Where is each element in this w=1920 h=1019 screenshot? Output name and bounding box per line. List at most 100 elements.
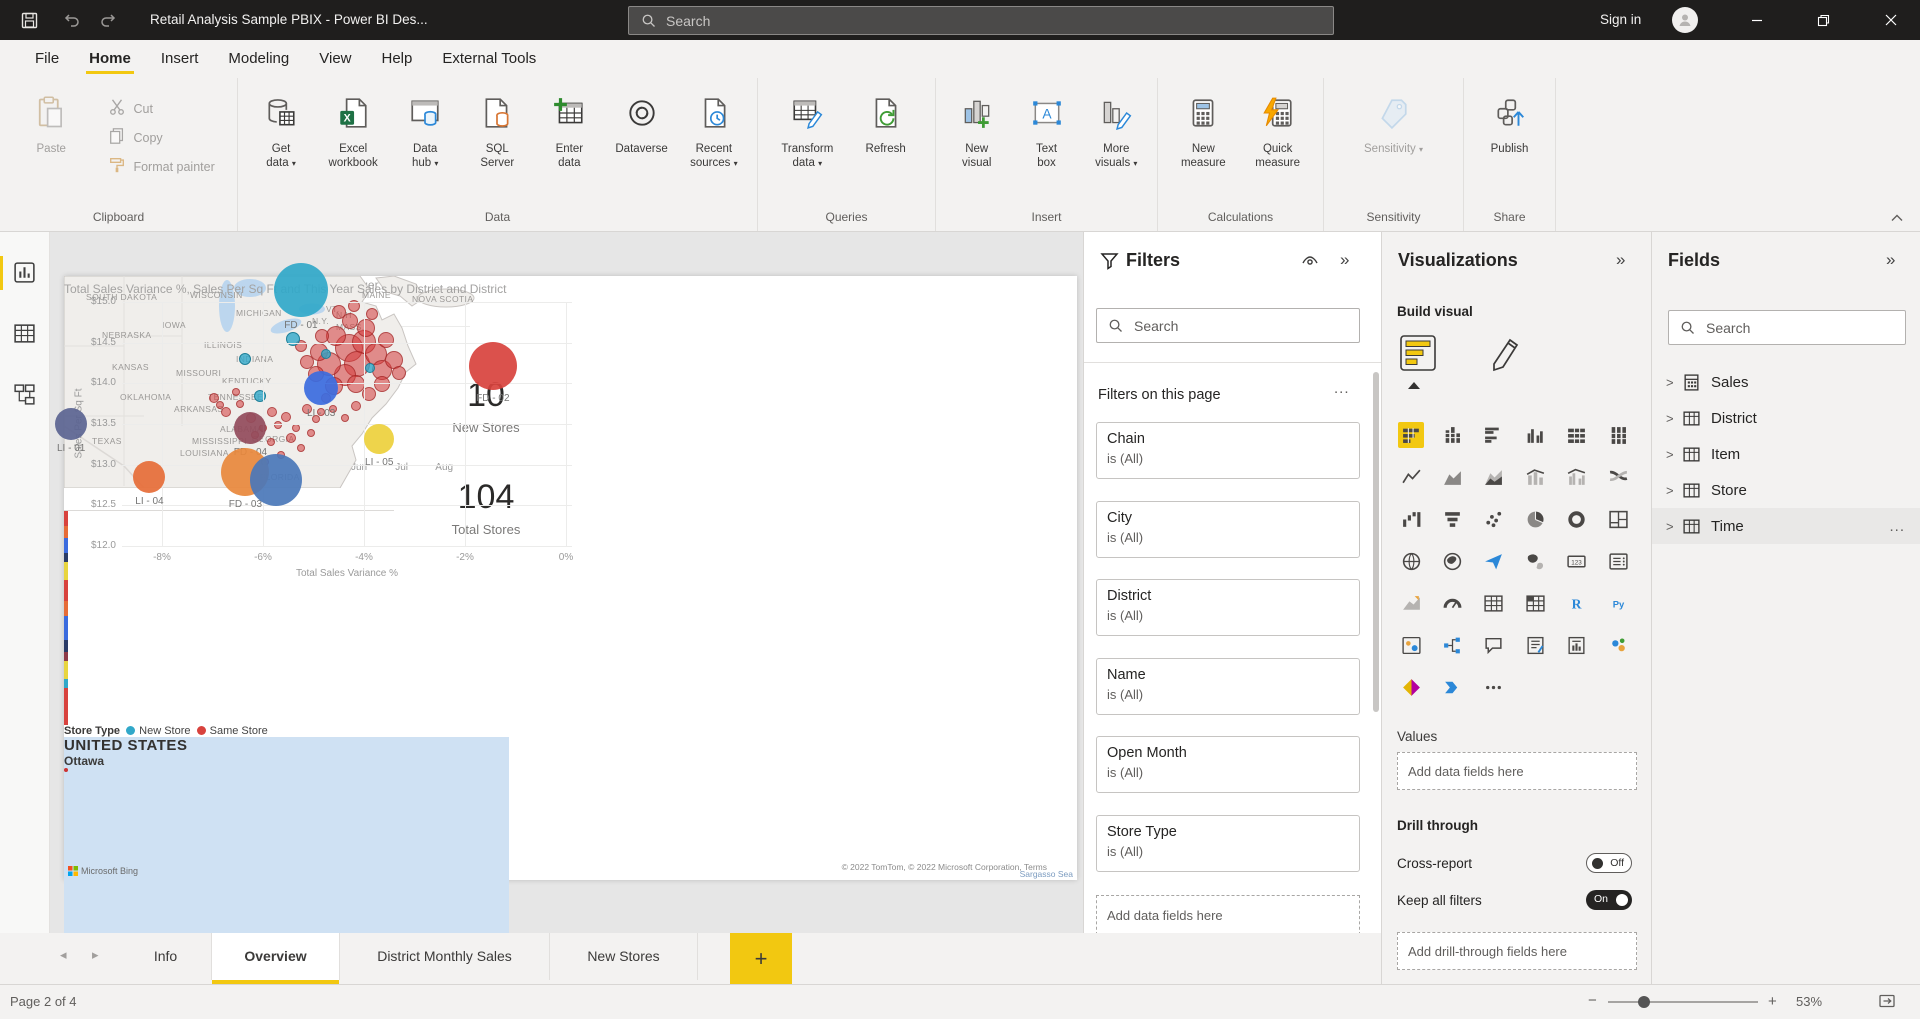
- collapse-ribbon-icon[interactable]: [1890, 210, 1904, 228]
- visual-type-decomposition-tree[interactable]: [1439, 632, 1465, 658]
- fit-to-page-icon[interactable]: [1878, 993, 1896, 1012]
- visual-type-map[interactable]: [1398, 548, 1424, 574]
- undo-icon[interactable]: [58, 8, 84, 32]
- eye-icon[interactable]: [1300, 253, 1320, 274]
- data-view-button[interactable]: [12, 321, 40, 351]
- page-tab-district-monthly-sales[interactable]: District Monthly Sales: [340, 933, 550, 980]
- keep-all-filters-toggle[interactable]: On: [1586, 890, 1632, 910]
- zoom-in-button[interactable]: +: [1768, 993, 1777, 1010]
- visual-type-line-and-clustered-column-chart[interactable]: [1564, 464, 1590, 490]
- visual-type-get-more-visuals[interactable]: [1481, 674, 1507, 700]
- filters-search-input[interactable]: [1132, 317, 1333, 335]
- visual-type-line-and-stacked-column-chart[interactable]: [1522, 464, 1548, 490]
- report-page[interactable]: Store Sales OverviewThis Year Sales by C…: [64, 276, 1077, 880]
- transform-data-button[interactable]: Transformdata ▾: [778, 90, 836, 170]
- sql-server-button[interactable]: SQLServer: [468, 90, 526, 170]
- visual-type-stacked-column-chart[interactable]: [1439, 422, 1465, 448]
- redo-icon[interactable]: [96, 8, 122, 32]
- text-box-button[interactable]: ATextbox: [1018, 90, 1076, 170]
- visual-type-paginated-report[interactable]: [1564, 632, 1590, 658]
- field-table-store[interactable]: >Store: [1652, 472, 1920, 508]
- field-table-item[interactable]: >Item: [1652, 436, 1920, 472]
- menu-tab-file[interactable]: File: [20, 40, 74, 78]
- chevron-right-icon[interactable]: >: [1666, 447, 1682, 462]
- visual-type-card[interactable]: 123: [1564, 548, 1590, 574]
- menu-tab-external-tools[interactable]: External Tools: [427, 40, 551, 78]
- menu-tab-help[interactable]: Help: [367, 40, 428, 78]
- global-search-input[interactable]: [664, 12, 1268, 30]
- visual-type-stacked-bar-chart[interactable]: [1398, 422, 1424, 448]
- visual-type-100-stacked-bar-chart[interactable]: [1564, 422, 1590, 448]
- paste-button[interactable]: Paste: [22, 90, 80, 157]
- visual-type-treemap[interactable]: [1605, 506, 1631, 532]
- visual-type-scatter-chart[interactable]: [1481, 506, 1507, 532]
- values-dropzone[interactable]: Add data fields here: [1397, 752, 1637, 790]
- visual-type-shape-map[interactable]: [1522, 548, 1548, 574]
- filters-add-field-dropzone[interactable]: Add data fields here: [1096, 895, 1360, 933]
- visual-type-key-influencers[interactable]: [1398, 632, 1424, 658]
- excel-workbook-button[interactable]: XExcelworkbook: [324, 90, 382, 170]
- field-more-options-icon[interactable]: ...: [1889, 518, 1905, 535]
- filter-card-store-type[interactable]: Store Typeis (All): [1096, 815, 1360, 872]
- zoom-slider-thumb[interactable]: [1638, 996, 1650, 1008]
- visual-type-kpi[interactable]: [1398, 590, 1424, 616]
- visual-type-funnel-chart[interactable]: [1439, 506, 1465, 532]
- refresh-button[interactable]: Refresh: [857, 90, 915, 157]
- visual-type-gauge[interactable]: [1439, 590, 1465, 616]
- chevron-right-icon[interactable]: >: [1666, 375, 1682, 390]
- data-hub-button[interactable]: Datahub ▾: [396, 90, 454, 170]
- field-table-time[interactable]: >Time...: [1652, 508, 1920, 544]
- drill-through-dropzone[interactable]: Add drill-through fields here: [1397, 932, 1637, 970]
- visual-type-multi-row-card[interactable]: [1605, 548, 1631, 574]
- collapse-fields-icon[interactable]: »: [1886, 250, 1895, 270]
- visual-type-r-script-visual[interactable]: R: [1564, 590, 1590, 616]
- publish-button[interactable]: Publish: [1481, 90, 1539, 157]
- page-tab-new-stores[interactable]: New Stores: [550, 933, 698, 980]
- filters-search[interactable]: [1096, 308, 1360, 343]
- visual-type-filled-map[interactable]: [1439, 548, 1465, 574]
- field-table-sales[interactable]: >Sales: [1652, 364, 1920, 400]
- format-visual-mode-icon[interactable]: [1486, 332, 1526, 376]
- page-tab-info[interactable]: Info: [120, 933, 212, 980]
- next-page-arrow-icon[interactable]: ▸: [92, 947, 99, 963]
- filter-card-name[interactable]: Nameis (All): [1096, 658, 1360, 715]
- visual-type-power-automate[interactable]: [1439, 674, 1465, 700]
- sensitivity-button[interactable]: Sensitivity ▾: [1361, 90, 1426, 157]
- visual-type-stacked-area-chart[interactable]: [1481, 464, 1507, 490]
- field-table-district[interactable]: >District: [1652, 400, 1920, 436]
- visual-type-line-chart[interactable]: [1398, 464, 1424, 490]
- menu-tab-view[interactable]: View: [304, 40, 366, 78]
- visual-type-table[interactable]: [1481, 590, 1507, 616]
- visual-type-clustered-bar-chart[interactable]: [1481, 422, 1507, 448]
- zoom-slider-track[interactable]: [1608, 1001, 1758, 1003]
- chevron-right-icon[interactable]: >: [1666, 483, 1682, 498]
- fields-search-input[interactable]: [1704, 319, 1885, 337]
- filter-card-city[interactable]: Cityis (All): [1096, 501, 1360, 558]
- chevron-right-icon[interactable]: >: [1666, 519, 1682, 534]
- minimize-button[interactable]: [1735, 0, 1779, 40]
- map-canvas[interactable]: SOUTH DAKOTAWISCONSINMICHIGANIOWANEBRASK…: [64, 737, 509, 949]
- maximize-button[interactable]: [1801, 0, 1845, 40]
- new-visual-button[interactable]: Newvisual: [948, 90, 1006, 170]
- new-measure-button[interactable]: Newmeasure: [1174, 90, 1232, 170]
- visual-type-pie-chart[interactable]: [1522, 506, 1548, 532]
- visual-type-matrix[interactable]: [1522, 590, 1548, 616]
- dataverse-button[interactable]: Dataverse: [612, 90, 670, 157]
- menu-tab-home[interactable]: Home: [74, 40, 146, 78]
- new-page-button[interactable]: +: [730, 933, 792, 984]
- visual-type-arcgis-map[interactable]: [1605, 632, 1631, 658]
- copy-button[interactable]: Copy: [108, 123, 214, 152]
- recent-sources-button[interactable]: Recentsources ▾: [685, 90, 743, 170]
- avatar[interactable]: [1672, 7, 1698, 33]
- global-search[interactable]: [628, 6, 1334, 35]
- save-icon[interactable]: [16, 8, 42, 32]
- cross-report-toggle[interactable]: Off: [1586, 853, 1632, 873]
- visual-type-python-visual[interactable]: Py: [1605, 590, 1631, 616]
- visual-type-waterfall-chart[interactable]: [1398, 506, 1424, 532]
- visual-type-clustered-column-chart[interactable]: [1522, 422, 1548, 448]
- visual-type-smart-narrative[interactable]: [1522, 632, 1548, 658]
- close-button[interactable]: [1869, 0, 1913, 40]
- visual-type-donut-chart[interactable]: [1564, 506, 1590, 532]
- report-view-button[interactable]: [12, 260, 40, 290]
- visual-type-azure-map[interactable]: [1481, 548, 1507, 574]
